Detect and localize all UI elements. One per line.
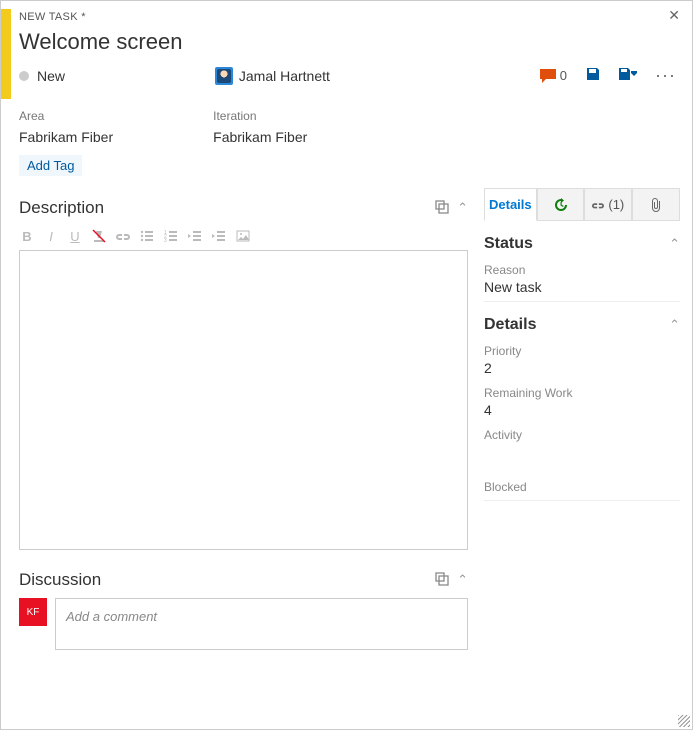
- maximize-discussion-button[interactable]: [435, 572, 449, 589]
- iteration-label: Iteration: [213, 109, 307, 123]
- resize-grip[interactable]: [678, 715, 690, 727]
- right-column: Details (1) Status ⌃ Reason New task Det…: [480, 186, 692, 729]
- bold-button[interactable]: B: [19, 228, 35, 244]
- reason-label: Reason: [484, 263, 680, 277]
- tab-attachments[interactable]: [632, 188, 680, 221]
- priority-value[interactable]: 2: [484, 360, 680, 376]
- blocked-label: Blocked: [484, 480, 680, 494]
- collapse-section-button[interactable]: ⌃: [457, 200, 468, 217]
- description-editor[interactable]: [19, 250, 468, 550]
- discussion-header: Discussion ⌃: [19, 570, 468, 590]
- discussion-section: Discussion ⌃ KF Add a comment: [19, 564, 468, 650]
- description-header: Description ⌃: [19, 198, 468, 218]
- reason-value[interactable]: New task: [484, 279, 680, 295]
- classification-row: Area Fabrikam Fiber Iteration Fabrikam F…: [1, 99, 692, 151]
- save-close-button[interactable]: [619, 66, 637, 85]
- avatar-icon: [215, 67, 233, 85]
- collapse-details-button[interactable]: ⌃: [669, 317, 680, 333]
- number-list-button[interactable]: 123: [163, 228, 179, 244]
- iteration-field[interactable]: Iteration Fabrikam Fiber: [213, 109, 307, 145]
- bullet-list-button[interactable]: [139, 228, 155, 244]
- save-close-icon: [619, 66, 637, 82]
- state-text: New: [37, 68, 65, 84]
- area-label: Area: [19, 109, 113, 123]
- priority-label: Priority: [484, 344, 680, 358]
- activity-label: Activity: [484, 428, 680, 442]
- remaining-work-label: Remaining Work: [484, 386, 680, 400]
- tab-links[interactable]: (1): [584, 188, 632, 221]
- link-button[interactable]: [115, 228, 131, 244]
- outdent-button[interactable]: [187, 228, 203, 244]
- left-column: Description ⌃ B I U 123: [1, 186, 480, 729]
- body: Description ⌃ B I U 123: [1, 186, 692, 729]
- link-icon: [592, 199, 604, 211]
- clear-format-button[interactable]: [91, 228, 107, 244]
- tab-strip: Details (1): [484, 188, 680, 221]
- comment-icon: [540, 69, 556, 83]
- attachment-icon: [650, 198, 662, 212]
- status-section: Status ⌃ Reason New task: [484, 235, 680, 302]
- description-header-icons: ⌃: [435, 200, 468, 217]
- activity-value[interactable]: [484, 444, 680, 460]
- more-actions-button[interactable]: ···: [655, 65, 676, 86]
- tab-details-label: Details: [489, 197, 532, 212]
- area-field[interactable]: Area Fabrikam Fiber: [19, 109, 113, 145]
- collapse-status-button[interactable]: ⌃: [669, 236, 680, 252]
- tab-details[interactable]: Details: [484, 188, 537, 221]
- task-color-bar: [1, 9, 11, 99]
- work-item-type-label: NEW TASK *: [19, 9, 680, 23]
- header-actions: 0 ···: [540, 65, 676, 86]
- header-bar: NEW TASK * Welcome screen New Jamal Hart…: [1, 1, 692, 99]
- comments-indicator[interactable]: 0: [540, 68, 567, 83]
- save-button[interactable]: [585, 66, 601, 85]
- work-item-dialog: NEW TASK * Welcome screen New Jamal Hart…: [0, 0, 693, 730]
- save-icon: [585, 66, 601, 82]
- rich-text-toolbar: B I U 123: [19, 224, 468, 250]
- iteration-value: Fabrikam Fiber: [213, 129, 307, 145]
- maximize-section-button[interactable]: [435, 200, 449, 217]
- current-user-avatar: KF: [19, 598, 47, 626]
- details-section: Details ⌃ Priority 2 Remaining Work 4 Ac…: [484, 316, 680, 501]
- svg-text:3: 3: [164, 238, 167, 243]
- discussion-header-icons: ⌃: [435, 572, 468, 589]
- assignee-name: Jamal Hartnett: [239, 68, 330, 84]
- area-value: Fabrikam Fiber: [19, 129, 113, 145]
- discussion-heading: Discussion: [19, 570, 101, 590]
- description-heading: Description: [19, 198, 104, 218]
- italic-button[interactable]: I: [43, 228, 59, 244]
- tab-links-count: (1): [608, 197, 624, 212]
- header-content: NEW TASK * Welcome screen New Jamal Hart…: [11, 9, 680, 86]
- assignee-field[interactable]: Jamal Hartnett: [215, 67, 330, 85]
- add-tag-button[interactable]: Add Tag: [19, 155, 82, 176]
- image-button[interactable]: [235, 228, 251, 244]
- work-item-title[interactable]: Welcome screen: [19, 29, 680, 55]
- info-row: New Jamal Hartnett 0: [19, 65, 680, 86]
- tab-history[interactable]: [537, 188, 585, 221]
- state-dot-icon: [19, 71, 29, 81]
- indent-button[interactable]: [211, 228, 227, 244]
- state-field[interactable]: New: [19, 68, 65, 84]
- discussion-input[interactable]: Add a comment: [55, 598, 468, 650]
- discussion-input-row: KF Add a comment: [19, 598, 468, 650]
- close-button[interactable]: ✕: [668, 7, 680, 24]
- tags-row: Add Tag: [1, 151, 692, 186]
- details-heading: Details: [484, 316, 536, 334]
- comment-count: 0: [560, 68, 567, 83]
- underline-button[interactable]: U: [67, 228, 83, 244]
- status-heading: Status: [484, 235, 533, 253]
- history-icon: [554, 198, 568, 212]
- remaining-work-value[interactable]: 4: [484, 402, 680, 418]
- collapse-discussion-button[interactable]: ⌃: [457, 572, 468, 589]
